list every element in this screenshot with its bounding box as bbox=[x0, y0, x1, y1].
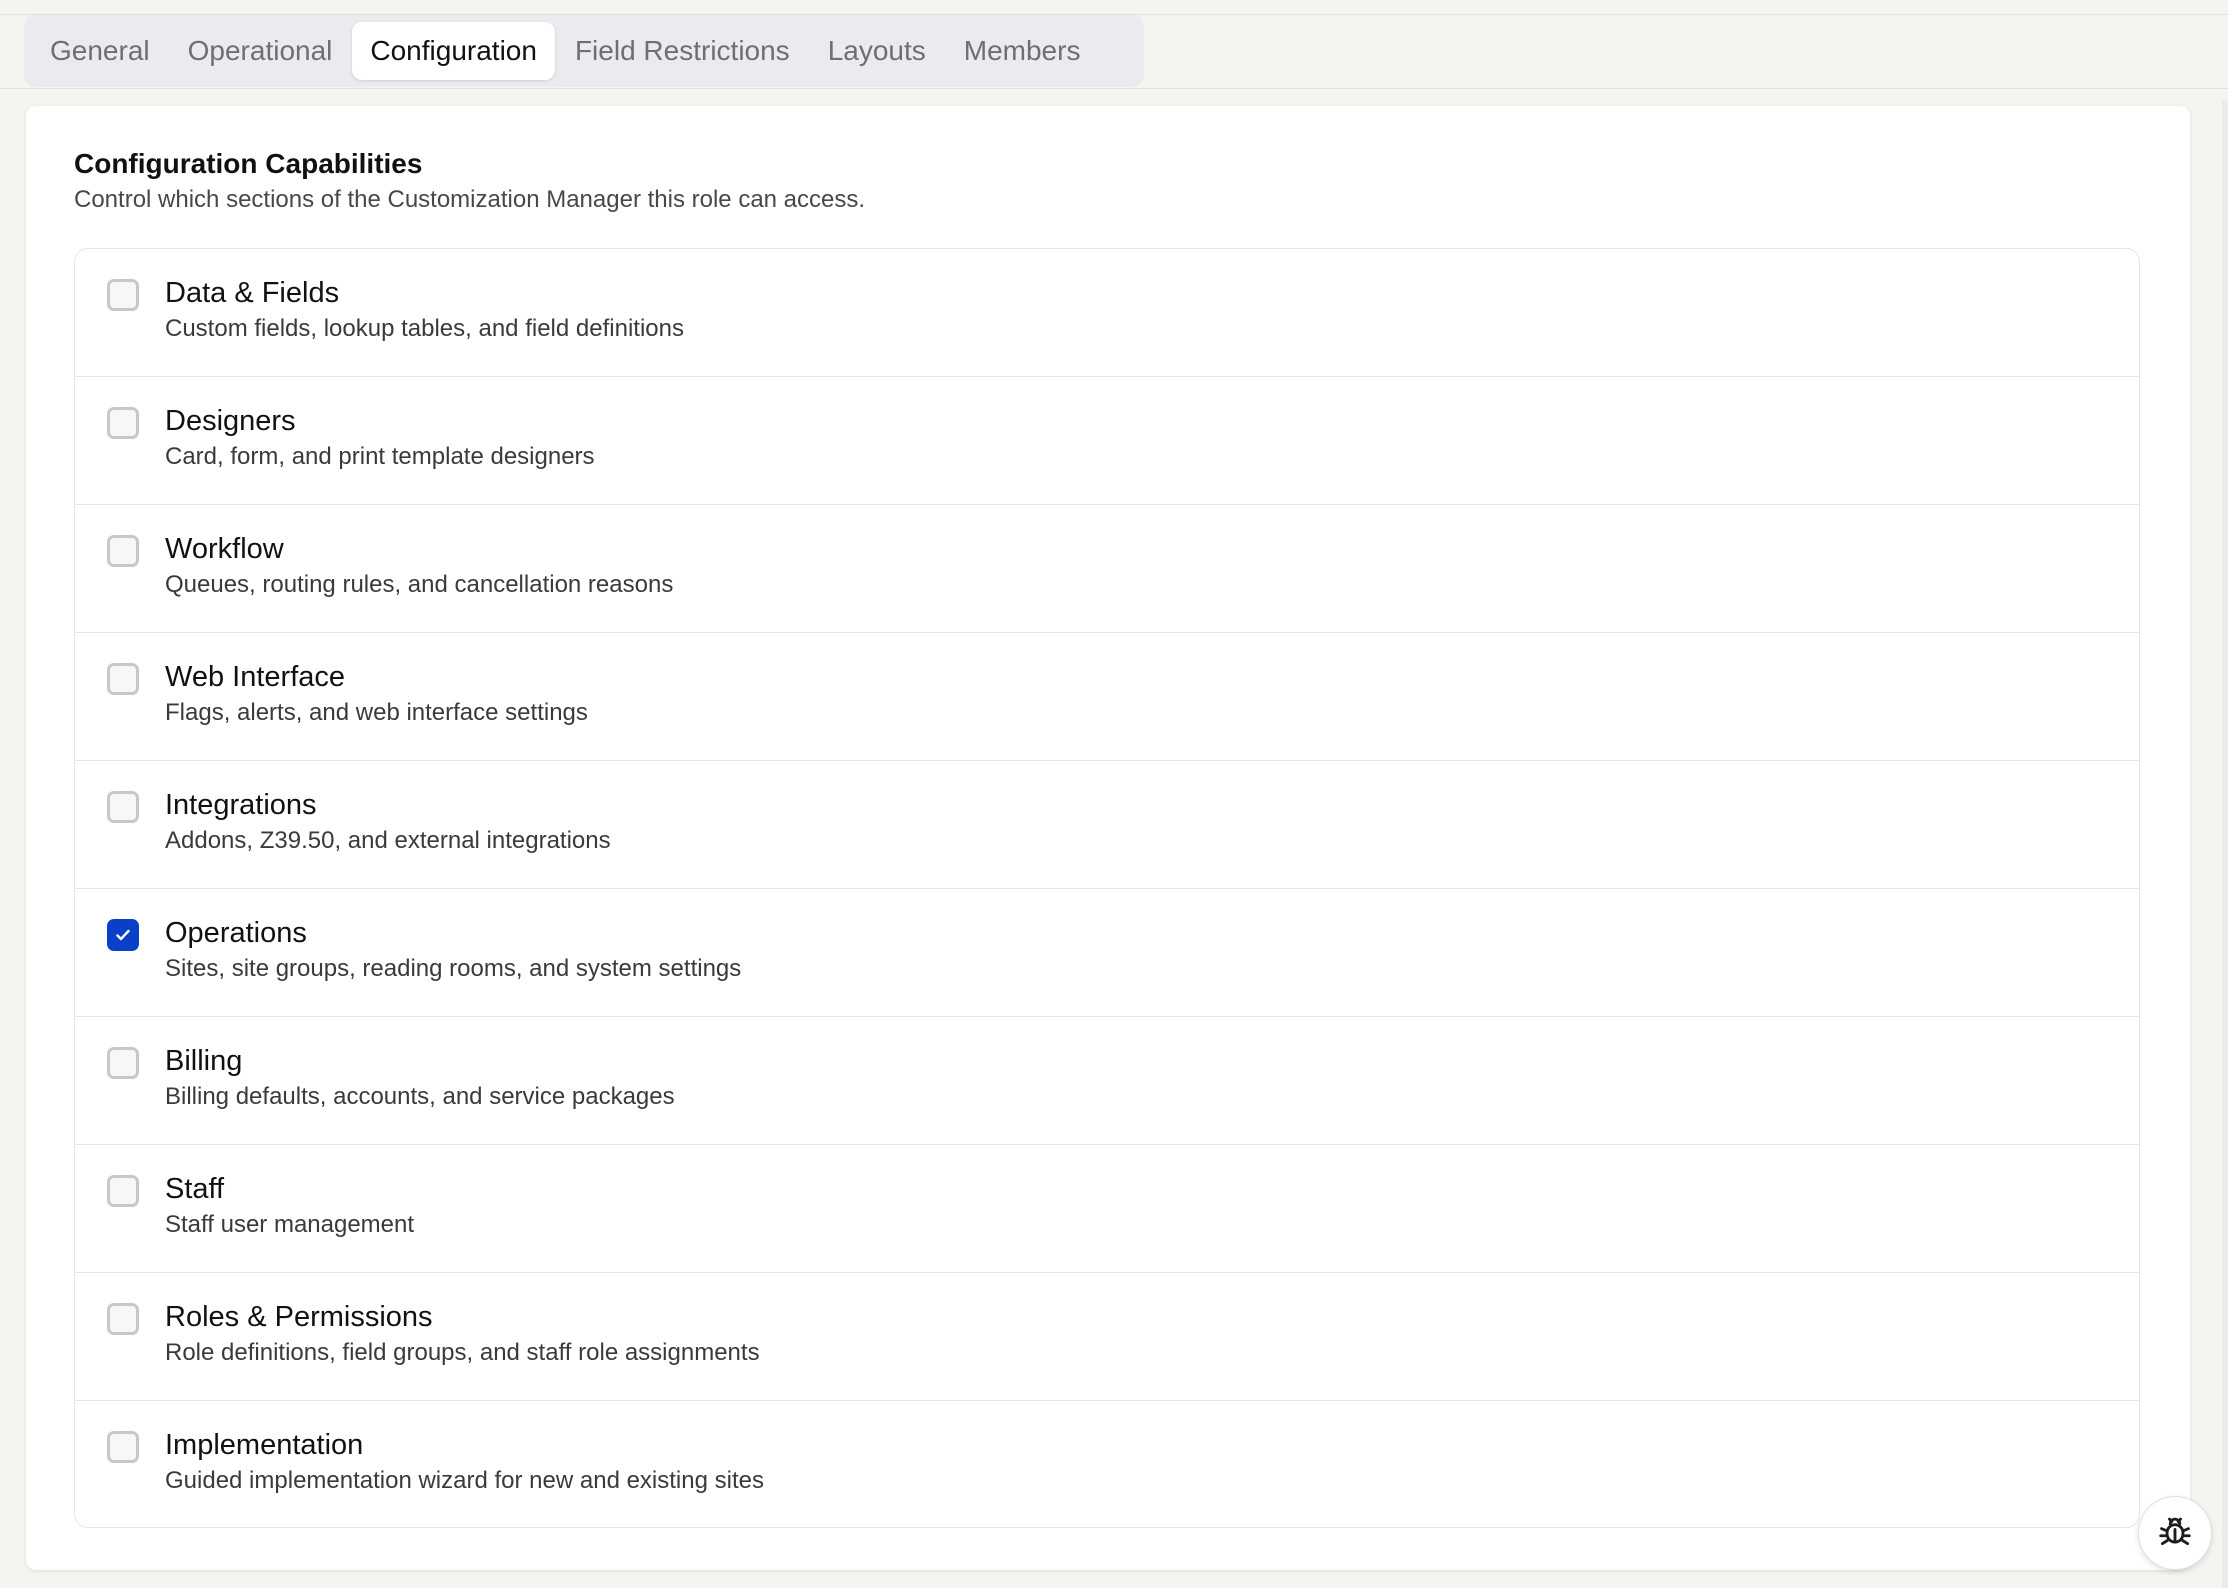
capability-label: Designers bbox=[165, 405, 296, 437]
capability-label: Data & Fields bbox=[165, 277, 340, 309]
capability-description: Card, form, and print template designers bbox=[165, 443, 595, 470]
section-subtitle: Control which sections of the Customizat… bbox=[74, 186, 866, 213]
section-title: Configuration Capabilities bbox=[74, 148, 423, 179]
capability-row-web-interface[interactable]: Web Interface Flags, alerts, and web inte… bbox=[75, 633, 2139, 761]
capability-checkbox-roles-permissions[interactable] bbox=[107, 1303, 139, 1335]
scrollbar-track[interactable] bbox=[2222, 100, 2228, 1588]
capability-checkbox-data-fields[interactable] bbox=[107, 279, 139, 311]
bug-icon bbox=[2156, 1512, 2194, 1555]
capability-checkbox-staff[interactable] bbox=[107, 1175, 139, 1207]
tab-general[interactable]: General bbox=[32, 22, 168, 80]
capability-label: Workflow bbox=[165, 533, 284, 565]
capability-checkbox-designers[interactable] bbox=[107, 407, 139, 439]
capability-checkbox-operations[interactable] bbox=[107, 919, 139, 951]
capability-row-implementation[interactable]: Implementation Guided implementation wiza… bbox=[75, 1401, 2139, 1527]
tab-configuration[interactable]: Configuration bbox=[352, 22, 555, 80]
capability-description: Sites, site groups, reading rooms, and s… bbox=[165, 955, 742, 982]
capability-checkbox-web-interface[interactable] bbox=[107, 663, 139, 695]
capabilities-list: Data & Fields Custom fields, lookup table… bbox=[74, 248, 2140, 1528]
capability-checkbox-workflow[interactable] bbox=[107, 535, 139, 567]
tab-bar-region: General Operational Configuration Field Res… bbox=[0, 15, 2228, 89]
capability-checkbox-billing[interactable] bbox=[107, 1047, 139, 1079]
capability-description: Addons, Z39.50, and external integration… bbox=[165, 827, 611, 854]
capability-row-workflow[interactable]: Workflow Queues, routing rules, and cance… bbox=[75, 505, 2139, 633]
tab-layouts[interactable]: Layouts bbox=[810, 22, 944, 80]
capability-description: Billing defaults, accounts, and service … bbox=[165, 1083, 675, 1110]
capability-row-staff[interactable]: Staff Staff user management bbox=[75, 1145, 2139, 1273]
capability-label: Web Interface bbox=[165, 661, 346, 693]
capability-row-billing[interactable]: Billing Billing defaults, accounts, and s… bbox=[75, 1017, 2139, 1145]
capability-checkbox-integrations[interactable] bbox=[107, 791, 139, 823]
configuration-card: Configuration Capabilities Control which… bbox=[26, 106, 2190, 1570]
capability-description: Role definitions, field groups, and staf… bbox=[165, 1339, 760, 1366]
capability-label: Implementation bbox=[165, 1429, 364, 1461]
capability-description: Queues, routing rules, and cancellation … bbox=[165, 571, 674, 598]
capability-description: Staff user management bbox=[165, 1211, 415, 1238]
capability-description: Guided implementation wizard for new and… bbox=[165, 1467, 764, 1494]
capability-row-integrations[interactable]: Integrations Addons, Z39.50, and external… bbox=[75, 761, 2139, 889]
tab-operational[interactable]: Operational bbox=[170, 22, 351, 80]
tab-bar: General Operational Configuration Field Res… bbox=[24, 15, 1144, 87]
capability-description: Flags, alerts, and web interface setting… bbox=[165, 699, 588, 726]
capability-checkbox-implementation[interactable] bbox=[107, 1431, 139, 1463]
tab-field-restrictions[interactable]: Field Restrictions bbox=[557, 22, 808, 80]
capability-row-designers[interactable]: Designers Card, form, and print template … bbox=[75, 377, 2139, 505]
capability-row-operations[interactable]: Operations Sites, site groups, reading ro… bbox=[75, 889, 2139, 1017]
capability-row-data-fields[interactable]: Data & Fields Custom fields, lookup table… bbox=[75, 249, 2139, 377]
capability-row-roles-permissions[interactable]: Roles & Permissions Role definitions, fie… bbox=[75, 1273, 2139, 1401]
capability-label: Roles & Permissions bbox=[165, 1301, 433, 1333]
capability-label: Staff bbox=[165, 1173, 225, 1205]
tab-members[interactable]: Members bbox=[946, 22, 1099, 80]
capability-label: Integrations bbox=[165, 789, 317, 821]
capability-label: Billing bbox=[165, 1045, 243, 1077]
debug-button[interactable] bbox=[2138, 1496, 2212, 1570]
capability-label: Operations bbox=[165, 917, 307, 949]
capability-description: Custom fields, lookup tables, and field … bbox=[165, 315, 684, 342]
